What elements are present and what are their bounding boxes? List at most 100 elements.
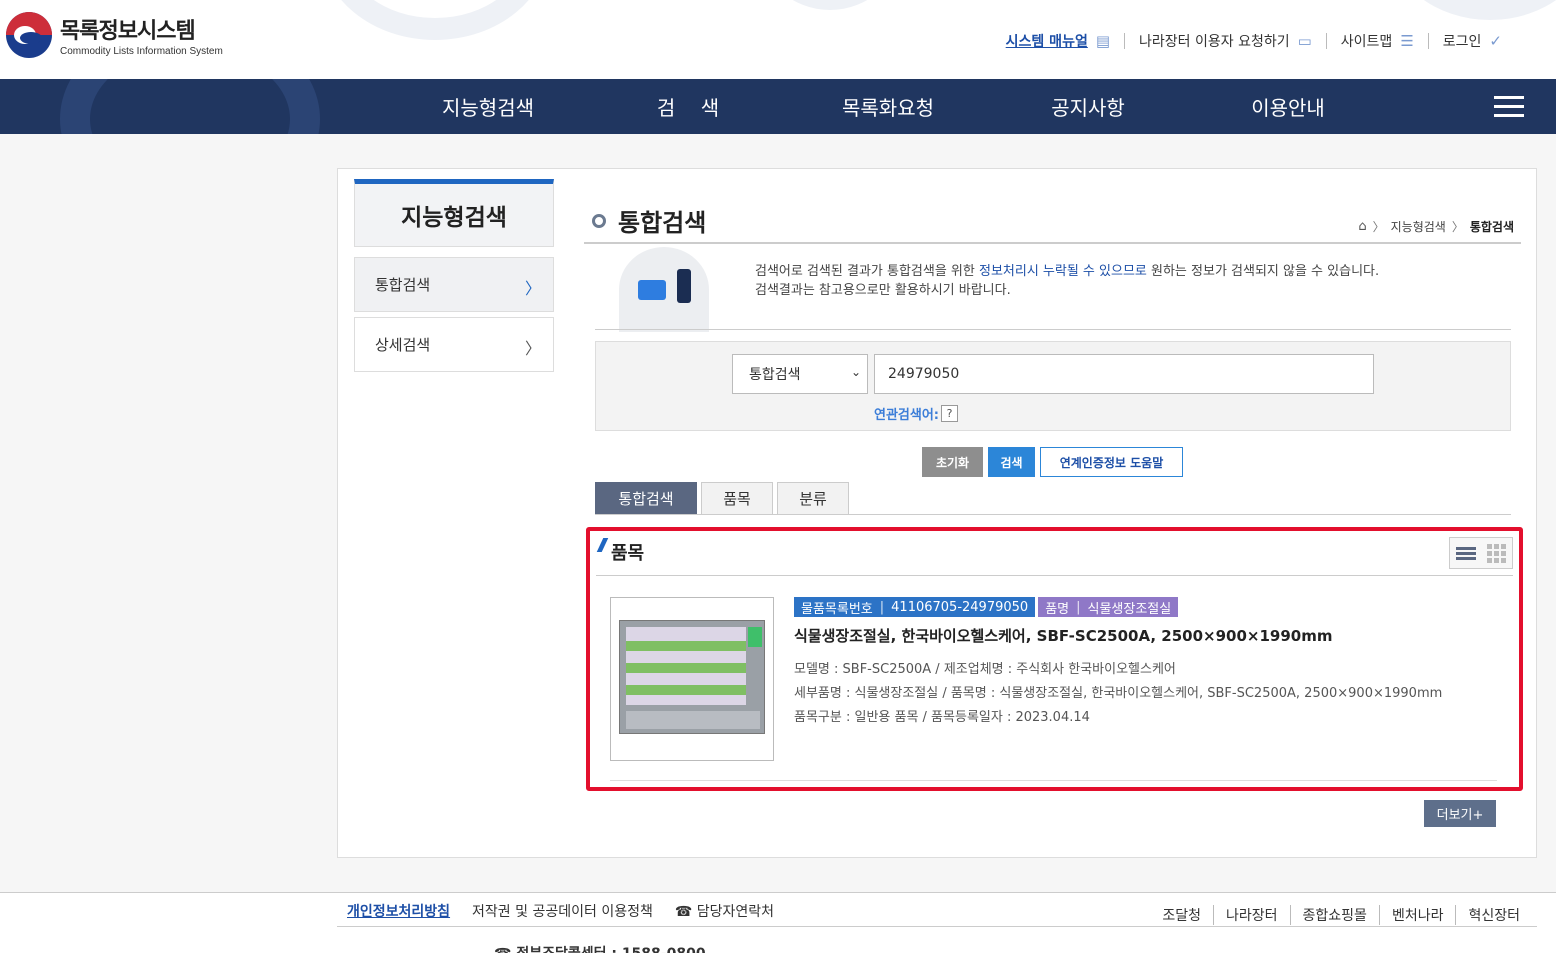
decorative-ring [60,79,320,134]
family-site-shoppingmall[interactable]: 종합쇼핑몰 [1289,905,1379,925]
gnb-menu: 지능형검색 검 색 목록화요청 공지사항 이용안내 [388,79,1388,134]
notice-line1-highlight: 정보처리시 누락될 수 있으므로 [978,264,1147,279]
tab-integrated[interactable]: 통합검색 [595,482,697,514]
gnb-item-catalog-request[interactable]: 목록화요청 [788,92,988,121]
notice-illustration-icon [619,247,709,332]
result-tabs: 통합검색 품목 분류 [595,482,853,514]
logo-title: 목록정보시스템 [60,18,196,43]
item-info: 모델명 : SBF-SC2500A / 제조업체명 : 주식회사 한국바이오헬스… [794,658,1442,730]
notice-line1-pre: 검색어로 검색된 결과가 통합검색을 위한 [755,264,979,279]
family-site-pps[interactable]: 조달청 [1150,905,1213,925]
circle-bullet-icon [592,213,606,228]
content-container: 지능형검색 통합검색 〉 상세검색 〉 통합검색 ⌂ 〉 지능형검색 〉 통합검… [337,168,1537,858]
lnb-item-detail-search[interactable]: 상세검색 〉 [354,317,554,372]
gnb-item-guide[interactable]: 이용안내 [1188,92,1388,121]
sitemap-link[interactable]: 사이트맵 ☰ [1325,32,1428,50]
gnb-item-intelligent-search[interactable]: 지능형검색 [388,92,588,121]
footer-divider [337,926,1537,927]
product-thumbnail[interactable] [610,597,774,761]
manual-link[interactable]: 시스템 매뉴얼 ▤ [992,32,1124,50]
notice-line2: 검색결과는 참고용으로만 활용하시기 바랍니다. [755,283,1011,298]
slash-accent-icon [596,538,609,552]
item-name-label: 품명 [1045,601,1070,617]
search-button[interactable]: 검색 [988,447,1035,477]
page-title-text: 통합검색 [618,209,707,237]
plant-cabinet-image [619,620,765,734]
footer-links: 개인정보처리방침 저작권 및 공공데이터 이용정책 ☎ 담당자연락처 [347,901,796,921]
catalog-number-badge: 물품목록번호 | 41106705-24979050 [794,597,1036,617]
item-info-type: 품목구분 : 일반용 품목 / 품목등록일자 : 2023.04.14 [794,710,1090,725]
list-view-icon[interactable] [1455,545,1476,562]
user-check-icon: ✓ [1489,32,1502,50]
tab-category[interactable]: 분류 [777,482,849,514]
list-icon: ☰ [1400,32,1414,50]
family-site-innovation[interactable]: 혁신장터 [1455,905,1532,925]
request-link[interactable]: 나라장터 이용자 요청하기 ▭ [1124,32,1326,50]
lnb-item-label: 상세검색 [375,336,431,354]
lnb-item-integrated-search[interactable]: 통합검색 〉 [354,257,554,312]
footer: 개인정보처리방침 저작권 및 공공데이터 이용정책 ☎ 담당자연락처 조달청 나… [0,892,1556,953]
grid-view-icon[interactable] [1487,543,1507,563]
government-emblem-icon [6,12,52,58]
hamburger-menu-icon[interactable] [1494,96,1524,118]
reset-button[interactable]: 초기화 [922,447,983,477]
related-keywords: 연관검색어: ? [874,404,958,423]
gnb-item-search[interactable]: 검 색 [588,92,788,121]
breadcrumb: ⌂ 〉 지능형검색 〉 통합검색 [1358,218,1514,235]
tabs-divider [595,514,1511,515]
search-type-select[interactable]: 통합검색 ⌄ [732,354,868,394]
search-buttons: 초기화 검색 연계인증정보 도움말 [922,447,1188,477]
item-divider [610,780,1497,781]
call-center: ☎ 정부조달콜센터 : 1588-0800 [494,943,706,953]
logo-subtitle: Commodity Lists Information System [60,46,223,57]
more-button[interactable]: 더보기+ [1424,800,1496,827]
help-icon[interactable]: ? [941,405,958,422]
utility-menu: 시스템 매뉴얼 ▤ 나라장터 이용자 요청하기 ▭ 사이트맵 ☰ 로그인 ✓ [992,32,1516,50]
global-navigation: 지능형검색 검 색 목록화요청 공지사항 이용안내 [0,79,1556,134]
copyright-policy-link[interactable]: 저작권 및 공공데이터 이용정책 [472,901,653,921]
tab-item[interactable]: 품목 [701,482,773,514]
notice-line1-post: 원하는 정보가 검색되지 않을 수 있습니다. [1146,264,1380,279]
privacy-policy-link[interactable]: 개인정보처리방침 [347,901,450,921]
item-badges: 물품목록번호 | 41106705-24979050 품명 | 식물생장조절실 [794,597,1181,617]
title-divider [584,242,1521,244]
related-keywords-label: 연관검색어: [874,408,939,423]
top-header: 목록정보시스템 Commodity Lists Information Syst… [0,0,1556,79]
family-site-venture[interactable]: 벤처나라 [1378,905,1456,925]
chevron-right-icon: 〉 [1451,220,1464,234]
family-sites: 조달청 나라장터 종합쇼핑몰 벤처나라 혁신장터 [1150,905,1532,925]
site-logo[interactable]: 목록정보시스템 Commodity Lists Information Syst… [6,12,223,58]
chevron-right-icon: 〉 [524,279,541,298]
gnb-item-notice[interactable]: 공지사항 [988,92,1188,121]
sitemap-link-label: 사이트맵 [1340,34,1393,50]
login-link[interactable]: 로그인 ✓ [1427,32,1516,50]
search-box: 통합검색 ⌄ 연관검색어: ? [595,341,1511,431]
lnb-item-label: 통합검색 [375,276,431,294]
login-link-label: 로그인 [1442,34,1482,50]
device-icon: ▭ [1297,32,1312,50]
contact-link[interactable]: ☎ 담당자연락처 [675,901,774,921]
manual-link-label: 시스템 매뉴얼 [1005,34,1088,50]
decorative-ring [1390,0,1556,20]
home-icon[interactable]: ⌂ [1358,219,1366,234]
family-site-naramarket[interactable]: 나라장터 [1213,905,1290,925]
chevron-down-icon: ⌄ [850,365,861,379]
request-link-label: 나라장터 이용자 요청하기 [1139,34,1290,50]
breadcrumb-current: 통합검색 [1469,220,1514,234]
chevron-right-icon: 〉 [524,339,541,358]
catalog-number-label: 물품목록번호 [801,601,873,617]
notice-divider [595,329,1511,330]
search-type-selected: 통합검색 [749,367,801,383]
result-section-title-text: 품목 [611,543,645,564]
decorative-ring [760,0,900,10]
result-divider [596,575,1513,576]
notice-text: 검색어로 검색된 결과가 통합검색을 위한 정보처리시 누락될 수 있으므로 원… [755,262,1379,300]
item-title-link[interactable]: 식물생장조절실, 한국바이오헬스케어, SBF-SC2500A, 2500×90… [794,625,1332,646]
result-section: 품목 물품목록번호 | 41106705-24979050 품명 | 식물생장조… [586,527,1523,791]
breadcrumb-item[interactable]: 지능형검색 [1391,218,1446,235]
search-input[interactable] [874,354,1374,394]
cert-help-button[interactable]: 연계인증정보 도움말 [1040,447,1183,477]
item-info-detail: 세부품명 : 식물생장조절실 / 품목명 : 식물생장조절실, 한국바이오헬스케… [794,686,1443,701]
view-toggle [1449,537,1513,569]
page-title: 통합검색 [592,203,706,238]
